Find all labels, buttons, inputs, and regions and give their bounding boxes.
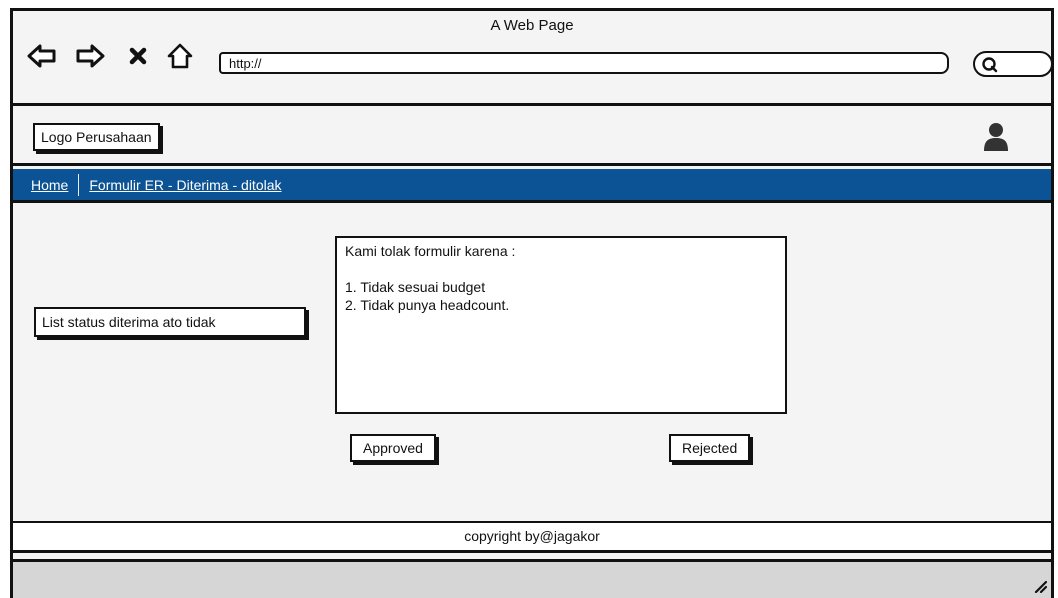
reason-line: Kami tolak formulir karena : [345,243,516,259]
url-input[interactable] [219,52,949,74]
main-content: List status diterima ato tidak Kami tola… [13,203,1051,521]
browser-statusbar [13,559,1051,598]
home-icon[interactable] [165,41,195,71]
window-title: A Web Page [490,17,574,34]
user-icon[interactable] [983,122,1009,157]
page-header: Logo Perusahaan [13,106,1051,166]
resize-grip-icon[interactable] [1033,579,1048,598]
browser-toolbar: A Web Page [13,11,1051,106]
back-arrow-icon[interactable] [27,41,57,71]
reason-line: 1. Tidak sesuai budget [345,279,486,295]
breadcrumb-divider [78,173,80,196]
company-logo: Logo Perusahaan [33,123,160,151]
stop-icon[interactable] [123,41,153,71]
forward-arrow-icon[interactable] [75,41,105,71]
search-button[interactable] [973,51,1051,77]
page-footer: copyright by@jagakor [13,521,1051,553]
reason-line: 2. Tidak punya headcount. [345,297,510,313]
status-list-box[interactable]: List status diterima ato tidak [34,307,306,337]
rejected-button[interactable]: Rejected [669,434,751,462]
rejection-reason-textarea[interactable]: Kami tolak formulir karena : 1. Tidak se… [335,236,787,414]
browser-window: A Web Page Logo Perusahaan Home Formulir… [10,8,1054,598]
approved-button[interactable]: Approved [350,434,436,462]
reason-line [345,260,777,278]
search-icon [982,57,998,73]
breadcrumb-home-link[interactable]: Home [31,177,68,193]
breadcrumb-current-link[interactable]: Formulir ER - Diterima - ditolak [89,177,281,193]
breadcrumb: Home Formulir ER - Diterima - ditolak [13,169,1051,203]
